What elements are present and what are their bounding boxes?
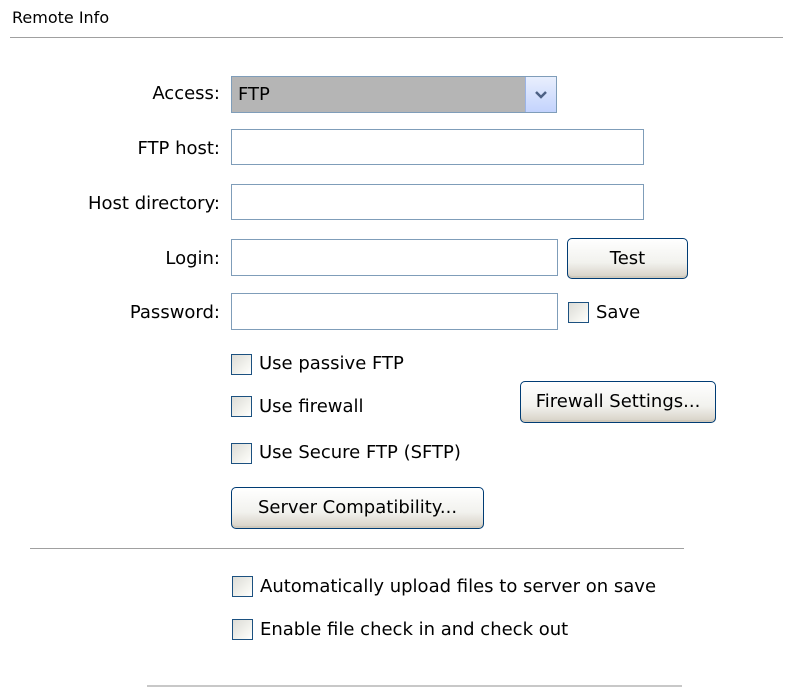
server-compatibility-button[interactable]: Server Compatibility... — [231, 487, 484, 529]
auto-upload-label: Automatically upload files to server on … — [260, 576, 657, 597]
login-label: Login: — [165, 248, 220, 269]
password-input[interactable] — [231, 293, 558, 330]
use-firewall-label: Use firewall — [259, 396, 364, 417]
chevron-down-icon[interactable] — [525, 77, 556, 112]
passive-ftp-label: Use passive FTP — [259, 353, 404, 374]
secure-ftp-checkbox[interactable] — [231, 443, 252, 464]
save-password-label: Save — [596, 302, 641, 323]
host-directory-input[interactable] — [231, 184, 644, 220]
use-firewall-checkbox[interactable] — [231, 396, 252, 417]
section-title-rule — [10, 37, 783, 38]
login-input[interactable] — [231, 239, 558, 276]
ftp-host-label: FTP host: — [137, 138, 220, 159]
firewall-settings-button[interactable]: Firewall Settings... — [520, 381, 716, 423]
secure-ftp-label: Use Secure FTP (SFTP) — [259, 442, 461, 463]
section-title: Remote Info — [12, 8, 110, 27]
section-divider — [30, 548, 684, 549]
access-select[interactable]: FTP — [231, 76, 557, 113]
test-button[interactable]: Test — [567, 238, 688, 279]
host-directory-label: Host directory: — [88, 193, 220, 214]
access-select-value: FTP — [232, 77, 525, 112]
save-password-checkbox[interactable] — [568, 302, 589, 323]
check-in-out-label: Enable file check in and check out — [260, 619, 569, 640]
passive-ftp-checkbox[interactable] — [231, 354, 252, 375]
auto-upload-checkbox[interactable] — [232, 576, 253, 597]
check-in-out-checkbox[interactable] — [232, 619, 253, 640]
access-label: Access: — [152, 83, 220, 104]
ftp-host-input[interactable] — [231, 129, 644, 165]
password-label: Password: — [129, 302, 220, 323]
